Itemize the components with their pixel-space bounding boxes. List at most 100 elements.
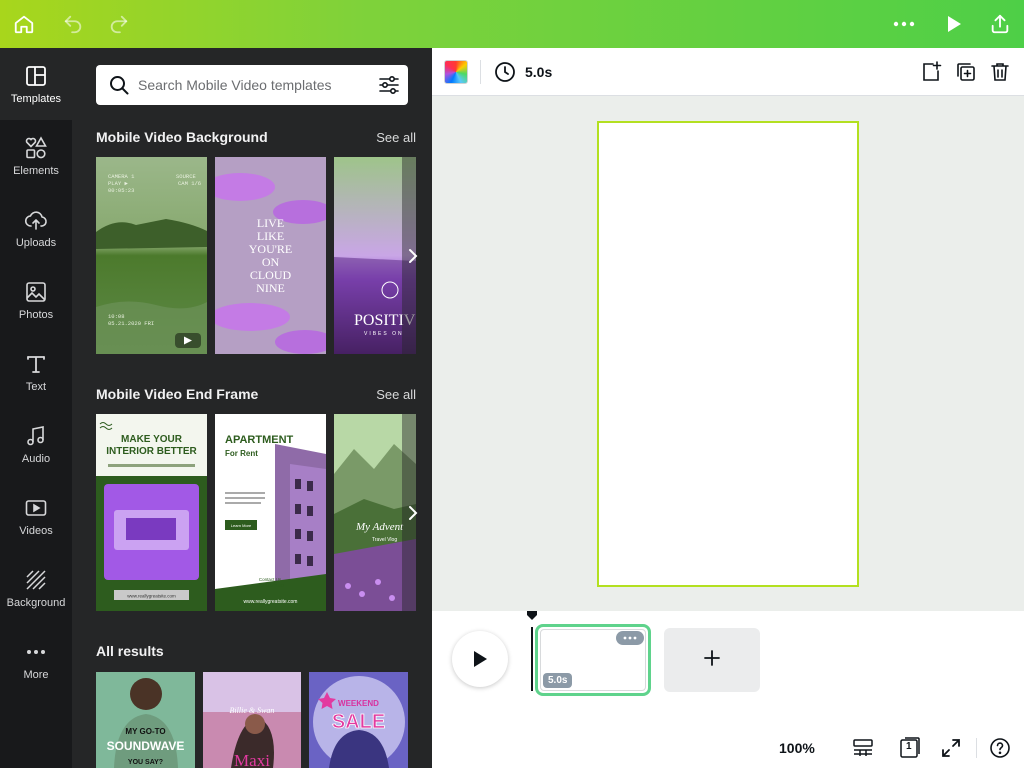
templates-icon — [24, 64, 48, 88]
present-play-icon[interactable] — [937, 8, 969, 40]
thumb-text: 05.21.2020 FRI — [108, 320, 154, 327]
cloud-upload-icon — [24, 208, 48, 232]
section-title: Mobile Video Background — [96, 129, 268, 145]
duplicate-page-icon[interactable] — [954, 60, 978, 84]
background-pattern-icon — [24, 568, 48, 592]
scroll-right-button[interactable] — [401, 236, 425, 276]
timeline-panel: 5.0s 100% 1 — [432, 611, 1024, 768]
context-toolbar: 5.0s — [432, 48, 1024, 96]
grid-view-icon[interactable] — [851, 736, 875, 760]
thumb-text: APARTMENT — [225, 434, 294, 446]
section-title: All results — [96, 643, 164, 659]
divider — [976, 738, 977, 758]
search-icon — [108, 74, 130, 101]
editor-canvas-area: 5.0s — [432, 48, 1024, 611]
rail-item-more[interactable]: More — [0, 624, 72, 696]
plus-icon — [703, 649, 721, 672]
rail-item-templates[interactable]: Templates — [0, 48, 72, 120]
thumb-text: 00:05:23 — [108, 187, 134, 194]
thumb-text: INTERIOR BETTER — [106, 446, 197, 457]
search-input[interactable] — [138, 65, 368, 105]
rail-item-photos[interactable]: Photos — [0, 264, 72, 336]
thumb-text: WEEKEND — [338, 699, 379, 708]
template-thumb[interactable]: CAMERA 1 PLAY ▶ 00:05:23 SOURCE CAM 1/6 … — [96, 157, 207, 354]
thumb-text: PLAY ▶ — [108, 180, 129, 187]
rail-label: Elements — [13, 164, 59, 177]
thumb-text: SOURCE — [176, 173, 197, 180]
more-horizontal-icon[interactable] — [888, 8, 920, 40]
thumb-text: 10:08 — [108, 313, 125, 320]
filter-sliders-icon[interactable] — [378, 74, 400, 101]
thumb-text: Billie & Swan — [230, 706, 275, 715]
rail-item-background[interactable]: Background — [0, 552, 72, 624]
rail-item-videos[interactable]: Videos — [0, 480, 72, 552]
home-icon[interactable] — [8, 8, 40, 40]
page-count: 1 — [906, 741, 912, 752]
thumb-text: For Rent — [225, 449, 258, 458]
elements-icon — [24, 135, 48, 160]
thumb-text: CAM 1/6 — [178, 180, 201, 187]
scroll-right-button[interactable] — [401, 493, 425, 533]
trash-icon[interactable] — [988, 60, 1012, 84]
thumb-text: SOUNDWAVE — [107, 739, 185, 753]
text-icon — [24, 352, 48, 376]
thumb-text: Travel Vlog — [372, 537, 397, 543]
templates-panel: Mobile Video Background See all CAMERA 1… — [72, 48, 432, 768]
pages-icon[interactable]: 1 — [898, 736, 922, 760]
color-picker-icon[interactable] — [444, 60, 468, 84]
timeline-clip[interactable]: 5.0s — [535, 624, 651, 696]
thumb-text: MY GO-TO — [125, 727, 165, 736]
rail-label: Templates — [10, 92, 62, 105]
page-duration[interactable]: 5.0s — [525, 64, 552, 80]
template-thumb[interactable]: MY GO-TO SOUNDWAVE YOU SAY? — [96, 672, 195, 768]
rail-label: Videos — [19, 524, 53, 537]
clip-duration: 5.0s — [543, 673, 573, 688]
rail-item-uploads[interactable]: Uploads — [0, 192, 72, 264]
more-horizontal-icon[interactable] — [616, 631, 644, 645]
play-button[interactable] — [452, 631, 508, 687]
side-rail: Templates Elements Uploads Photos Text A… — [0, 48, 72, 768]
design-page[interactable] — [597, 121, 859, 587]
see-all-link[interactable]: See all — [376, 130, 416, 145]
rail-label: More — [23, 668, 49, 681]
rail-label: Photos — [18, 308, 54, 321]
rail-item-text[interactable]: Text — [0, 336, 72, 408]
fullscreen-icon[interactable] — [939, 736, 963, 760]
video-icon — [24, 496, 48, 520]
undo-icon[interactable] — [57, 8, 89, 40]
search-box — [96, 65, 408, 105]
thumb-text: Maxi — [234, 751, 270, 768]
thumb-text: Learn More — [231, 523, 252, 528]
zoom-level[interactable]: 100% — [779, 740, 815, 756]
thumb-text: LIVE — [257, 216, 284, 230]
template-thumb[interactable]: MAKE YOUR INTERIOR BETTER www.reallygrea… — [96, 414, 207, 611]
thumb-text: LIKE — [257, 229, 284, 243]
clock-icon[interactable] — [494, 61, 516, 88]
divider — [480, 60, 481, 84]
template-thumb[interactable]: Billie & Swan Maxi — [203, 672, 301, 768]
template-thumb[interactable]: LIVE LIKE YOU'RE ON CLOUD NINE — [215, 157, 326, 354]
redo-icon[interactable] — [103, 8, 135, 40]
template-thumb[interactable]: APARTMENT For Rent Learn More Contact Us… — [215, 414, 326, 611]
thumb-text: ON — [262, 255, 280, 269]
thumb-text: NINE — [256, 281, 285, 295]
more-horizontal-icon — [24, 640, 48, 664]
template-thumb[interactable]: WEEKEND SALE — [309, 672, 408, 768]
rail-label: Background — [6, 596, 66, 609]
thumb-text: SALE — [332, 711, 385, 733]
thumb-text: 123-456-7890 — [256, 583, 285, 588]
see-all-link[interactable]: See all — [376, 387, 416, 402]
thumb-text: CLOUD — [250, 268, 292, 282]
section-title: Mobile Video End Frame — [96, 386, 259, 402]
thumb-text: CAMERA 1 — [108, 173, 135, 180]
playhead[interactable] — [527, 611, 537, 693]
share-upload-icon[interactable] — [984, 8, 1016, 40]
music-note-icon — [24, 424, 48, 448]
thumb-text: YOU SAY? — [128, 759, 163, 766]
add-page-button[interactable] — [664, 628, 760, 692]
rail-item-audio[interactable]: Audio — [0, 408, 72, 480]
rail-item-elements[interactable]: Elements — [0, 120, 72, 192]
thumb-text: Contact Us — [259, 577, 282, 582]
add-page-icon[interactable] — [919, 60, 943, 84]
help-icon[interactable] — [988, 736, 1012, 760]
